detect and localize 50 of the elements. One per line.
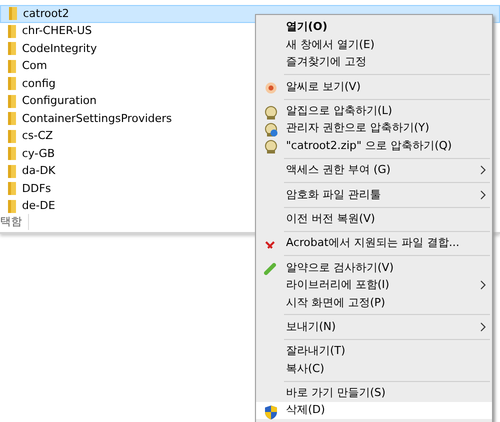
menu-item[interactable]: 알씨로 보기(V) <box>256 78 492 96</box>
menu-item[interactable]: 암호화 파일 관리툴 <box>256 186 492 204</box>
file-name: Configuration <box>22 93 97 109</box>
menu-item[interactable]: 복사(C) <box>256 360 492 378</box>
archive-icon <box>264 140 278 154</box>
menu-item[interactable]: 알집으로 압축하기(L) <box>256 102 492 120</box>
menu-item[interactable]: 관리자 권한으로 압축하기(Y) <box>256 120 492 138</box>
file-name: cs-CZ <box>22 128 53 144</box>
menu-item[interactable]: 새 창에서 열기(E) <box>256 36 492 54</box>
file-name: ContainerSettingsProviders <box>22 110 172 126</box>
menu-item[interactable]: 즐겨찾기에 고정 <box>256 54 492 72</box>
menu-item[interactable]: 이전 버전 복원(V) <box>256 210 492 228</box>
file-name: config <box>22 76 56 92</box>
menu-item[interactable]: 라이브러리에 포함(I) <box>256 276 492 294</box>
folder-icon <box>8 77 16 90</box>
file-name: DDFs <box>22 180 51 196</box>
archive-icon <box>264 106 278 120</box>
file-name: de-DE <box>22 198 56 214</box>
menu-item[interactable]: 바로 가기 만들기(S) <box>256 384 492 402</box>
pill-icon <box>264 263 276 276</box>
eye-icon <box>264 81 278 96</box>
file-name: da-DK <box>22 163 56 179</box>
file-name: chr-CHER-US <box>22 23 92 39</box>
folder-icon <box>8 94 16 108</box>
file-name: cy-GB <box>22 146 55 162</box>
archive-icon <box>264 122 278 137</box>
menu-item[interactable]: 알약으로 검사하기(V) <box>256 259 492 277</box>
status-text: 택함 <box>0 214 29 230</box>
menu-item[interactable]: 시작 화면에 고정(P) <box>256 294 492 312</box>
folder-icon <box>8 24 16 38</box>
pdf-icon <box>264 238 276 251</box>
file-name: catroot2 <box>23 6 70 22</box>
folder-icon <box>8 130 16 143</box>
file-name: CodeIntegrity <box>22 40 97 56</box>
menu-item[interactable]: 액세스 권한 부여 (G) <box>256 162 492 180</box>
folder-icon <box>8 200 16 213</box>
menu-item[interactable]: 잘라내기(T) <box>256 342 492 360</box>
menu-item[interactable]: 삭제(D) <box>256 402 492 420</box>
shield-icon <box>264 404 278 420</box>
folder-icon <box>8 164 16 178</box>
folder-icon <box>8 147 16 160</box>
menu-item[interactable]: Acrobat에서 지원되는 파일 결합... <box>256 234 492 252</box>
folder-icon <box>8 182 16 196</box>
folder-icon <box>8 42 16 56</box>
menu-item[interactable]: "catroot2.zip" 으로 압축하기(Q) <box>256 137 492 155</box>
menu-item[interactable]: 보내기(N) <box>256 318 492 336</box>
folder-icon <box>8 60 16 73</box>
folder-icon <box>9 7 17 20</box>
folder-icon <box>8 112 16 126</box>
file-name: Com <box>22 58 48 74</box>
